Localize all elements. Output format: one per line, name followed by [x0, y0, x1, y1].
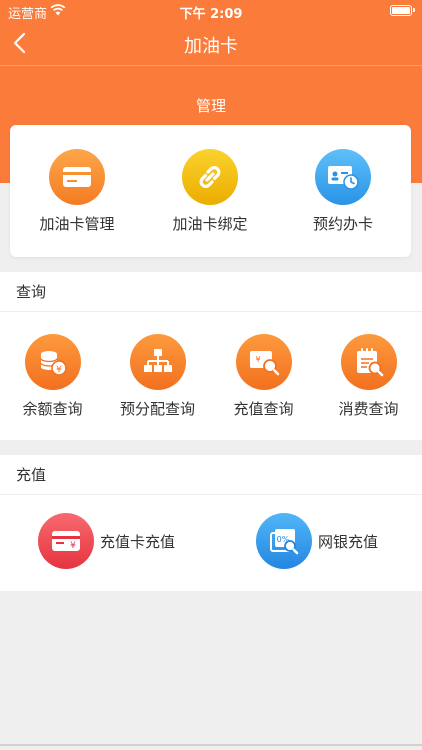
home-indicator	[0, 744, 422, 746]
recharge-card-icon: ¥	[38, 513, 94, 569]
balance-query-button[interactable]: ¥ 余额查询	[0, 334, 105, 419]
card-recharge-button[interactable]: ¥ 充值卡充值	[38, 512, 175, 570]
svg-text:¥: ¥	[70, 541, 76, 551]
status-bar: 运营商 下午 2:09	[0, 0, 422, 22]
org-chart-icon	[129, 334, 186, 390]
navigation-bar: 加油卡	[0, 22, 422, 65]
svg-text:¥: ¥	[255, 355, 260, 364]
balance-query-label: 余额查询	[22, 400, 83, 418]
nav-divider	[0, 65, 422, 66]
query-section: 查询 ¥ 余额查询 预分配查询 ¥ 充值查询 消费查询	[0, 272, 422, 440]
manage-card-button[interactable]: 加油卡管理	[12, 149, 142, 234]
consumption-query-label: 消费查询	[338, 400, 399, 418]
appointment-card-button[interactable]: 预约办卡	[278, 149, 408, 234]
appointment-card-label: 预约办卡	[312, 215, 373, 233]
bank-recharge-button[interactable]: 0% 网银充值	[256, 512, 378, 570]
bind-card-label: 加油卡绑定	[172, 215, 248, 233]
recharge-query-button[interactable]: ¥ 充值查询	[211, 334, 316, 419]
calendar-search-icon	[340, 334, 397, 390]
battery-icon	[390, 5, 415, 16]
card-icon	[49, 149, 105, 205]
recharge-query-label: 充值查询	[233, 400, 294, 418]
link-icon	[182, 149, 238, 205]
manage-card-label: 加油卡管理	[39, 215, 115, 233]
appointment-card-icon	[315, 149, 371, 205]
recharge-section-title: 充值	[0, 455, 422, 495]
management-heading: 管理	[195, 97, 226, 115]
consumption-query-button[interactable]: 消费查询	[316, 334, 421, 419]
svg-text:¥: ¥	[56, 365, 62, 375]
page-title: 加油卡	[184, 36, 238, 57]
bank-recharge-label: 网银充值	[318, 532, 379, 551]
coin-stack-icon: ¥	[24, 334, 81, 390]
query-section-title: 查询	[0, 272, 422, 312]
bind-card-button[interactable]: 加油卡绑定	[145, 149, 275, 234]
bank-recharge-icon: 0%	[256, 513, 312, 569]
recharge-section: 充值 ¥ 充值卡充值 0% 网银充值	[0, 455, 422, 591]
card-recharge-label: 充值卡充值	[100, 532, 176, 551]
preallocation-query-label: 预分配查询	[119, 400, 195, 418]
management-card: 加油卡管理 加油卡绑定 预约办卡	[10, 125, 411, 257]
clock: 下午 2:09	[179, 7, 243, 22]
preallocation-query-button[interactable]: 预分配查询	[105, 334, 210, 419]
recharge-search-icon: ¥	[235, 334, 292, 390]
